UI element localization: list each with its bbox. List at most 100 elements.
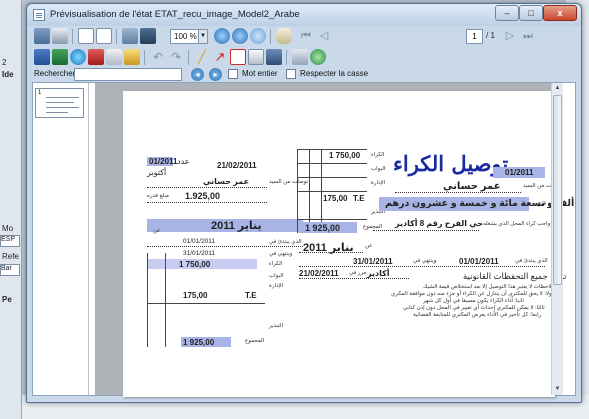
word-export-icon[interactable] [34,49,50,65]
search-bar: Rechercher : ◂ ▸ Mot entier Respecter la… [32,68,576,82]
receipt-signed-label: حرر في [349,270,367,276]
previous-page-icon[interactable]: ◁ [316,28,332,44]
background-field[interactable]: ESP [0,235,20,247]
first-page-icon[interactable]: ⏮ [298,28,314,44]
image-tool-icon[interactable] [266,49,282,65]
maximize-button[interactable]: □ [519,5,543,21]
detail-table-line [297,163,367,164]
stub-from-label: الذي يبتدئ في [269,239,302,245]
next-page-icon[interactable]: ▷ [502,28,518,44]
search-previous-icon[interactable]: ◂ [191,68,204,81]
detail-table-line [297,149,367,150]
save-icon[interactable] [34,28,50,44]
detail-table-line [309,149,310,233]
detail-table-line [321,149,322,233]
email-icon[interactable] [124,49,140,65]
background-side-panel: 2 Ide Mo ESP Refe Bar Pe [0,0,22,419]
color-picker-icon[interactable] [310,49,326,65]
thumbnail-line [46,112,68,113]
stub-tenant-label: توصلت من السيد [269,179,309,185]
receipt-to-date: 31/01/2011 [353,257,393,266]
receipt-number: 01/2011 [505,168,534,177]
thumbnail-line [46,102,74,103]
stub-table-line [165,253,166,347]
stub-to-date: 31/01/2011 [183,250,216,257]
thumbnails-icon[interactable] [122,28,138,44]
chevron-down-icon: ▼ [198,30,207,43]
background-label: Pe [2,295,12,304]
match-case-label: Respecter la casse [300,69,369,78]
receipt-note: رابعا: كل تأخير في الأداء يعرض المكتري ل… [413,312,542,318]
minimize-button[interactable]: – [495,5,519,21]
excel-export-icon[interactable] [52,49,68,65]
stub-other-label: التبذير [269,323,283,329]
scroll-up-icon[interactable]: ▲ [552,83,563,94]
redo-icon[interactable]: ↷ [168,49,184,65]
search-input[interactable] [74,68,182,81]
stub-tax-code: T.E [245,291,257,300]
toolbar-row-1: 100 % ▼ ⏮ ◁ 1 / 1 ▷ ⏭ [32,27,576,47]
receipt-note: ثالثا: لا يمكن للمكتري إحداث أي تغيير في… [403,305,545,311]
last-page-icon[interactable]: ⏭ [520,28,536,44]
stub-total: 1 925,00 [183,338,215,347]
receipt-dotted-line [395,192,521,193]
detail-rent: 1 750,00 [329,151,361,160]
stub-admin-label: الإدارة [269,283,284,289]
zoom-value: 100 % [174,32,197,41]
background-field[interactable]: Bar [0,264,20,276]
page-number-input[interactable]: 1 [466,29,483,44]
page-count: / 1 [486,31,495,40]
receipt-dotted-line [299,266,545,267]
stub-dotted-line [147,202,267,203]
receipt-page: 01/2011 عدد 21/02/2011 أكتوبر توصلت من ا… [123,91,574,397]
close-button[interactable]: x [543,5,577,21]
pdf-export-icon[interactable] [88,49,104,65]
stub-to-label: وينتهي في [269,251,293,257]
receipt-signed-date: 21/02/2011 [299,269,339,278]
stub-amount: 1.925,00 [185,191,221,201]
window-title: Prévisualisation de l'état ETAT_recu_ima… [50,9,300,20]
detail-door-label: البواب [371,166,386,172]
rectangle-icon[interactable] [230,49,246,65]
zoom-fit-icon[interactable] [250,28,266,44]
preview-window: Prévisualisation de l'état ETAT_recu_ima… [26,3,582,403]
receipt-period-label: عن [365,243,373,249]
vertical-scrollbar[interactable]: ▲ ▼ [551,83,563,395]
stub-tax: 175,00 [183,291,208,300]
detail-table-line [297,191,367,192]
full-screen-icon[interactable] [140,28,156,44]
pencil-icon[interactable]: ╱ [194,49,210,65]
whole-word-checkbox[interactable] [228,69,238,79]
detail-admin-label: الإدارة [371,180,386,186]
hand-tool-icon[interactable] [276,28,292,44]
zoom-in-icon[interactable] [214,28,230,44]
arrow-icon[interactable]: ↗ [212,49,228,65]
print-icon[interactable] [52,28,68,44]
search-next-icon[interactable]: ▸ [209,68,222,81]
match-case-checkbox[interactable] [286,69,296,79]
detail-tax-code: T.E [353,194,365,203]
page-thumbnail[interactable]: 1 [35,88,84,118]
single-page-icon[interactable] [96,28,112,44]
receipt-note: ثانيا: أداء الكراء يكون مسبقا في أول كل … [423,298,525,304]
scrollbar-thumb[interactable] [553,95,562,285]
receipt-title: توصيل الكراء [393,151,509,176]
zoom-select[interactable]: 100 % ▼ [170,29,208,44]
stub-rent: 1 750,00 [179,260,211,269]
title-bar[interactable]: Prévisualisation de l'état ETAT_recu_ima… [27,4,581,26]
page-setup-icon[interactable] [78,28,94,44]
xml-export-icon[interactable] [106,49,122,65]
text-tool-icon[interactable] [248,49,264,65]
receipt-note: أولا: لا يحق للمكتري أن يتنازل عن الكراء… [391,291,554,297]
receipt-from-label: الذي يبتدئ في [515,258,548,264]
stub-tenant: عمر حساني [203,177,250,186]
html-export-icon[interactable] [70,49,86,65]
zoom-out-icon[interactable] [232,28,248,44]
toolbar-row-2: ↶ ↷ ╱ ↗ [32,48,576,68]
erase-icon[interactable] [292,49,308,65]
scroll-down-icon[interactable]: ▼ [552,384,563,395]
page-preview-area[interactable]: 01/2011 عدد 21/02/2011 أكتوبر توصلت من ا… [95,83,574,397]
stub-rent-label: الكراء [269,261,283,267]
stub-period: يناير 2011 [211,220,262,232]
undo-icon[interactable]: ↶ [150,49,166,65]
